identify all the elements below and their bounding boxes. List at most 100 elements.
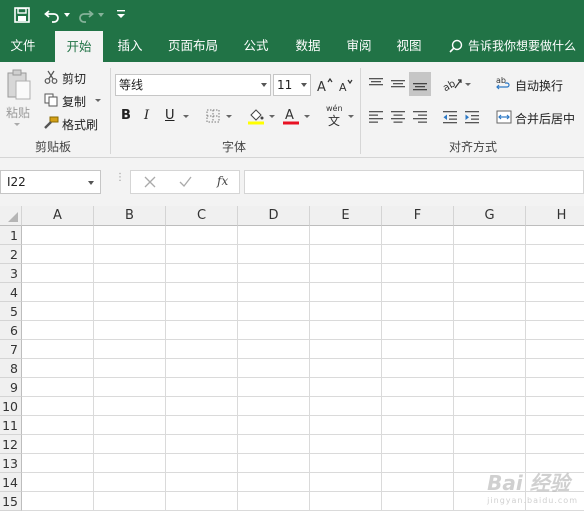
tab-formulas[interactable]: 公式: [233, 30, 279, 62]
formula-input[interactable]: [244, 170, 584, 194]
enter-check-icon[interactable]: [179, 176, 192, 191]
row-header[interactable]: 7: [0, 340, 22, 359]
row-header[interactable]: 10: [0, 397, 22, 416]
tab-data[interactable]: 数据: [285, 30, 331, 62]
fill-color-dropdown-icon[interactable]: [269, 115, 275, 118]
paste-icon[interactable]: [4, 68, 34, 102]
underline-dropdown-icon[interactable]: [183, 115, 189, 118]
row-header[interactable]: 3: [0, 264, 22, 283]
column-header[interactable]: E: [310, 206, 382, 226]
row-header[interactable]: 12: [0, 435, 22, 454]
font-color-dropdown-icon[interactable]: [304, 115, 310, 118]
select-all-corner[interactable]: [0, 206, 22, 226]
tab-home[interactable]: 开始: [55, 31, 103, 62]
lightbulb-search-icon[interactable]: [449, 39, 463, 56]
font-name-select[interactable]: 等线: [115, 74, 271, 96]
wrap-text-button[interactable]: 自动换行: [515, 77, 563, 94]
align-left-icon[interactable]: [366, 107, 386, 127]
align-middle-icon[interactable]: [388, 74, 408, 94]
fill-color-icon[interactable]: [246, 106, 266, 126]
name-box[interactable]: I22: [0, 170, 101, 194]
tab-review[interactable]: 审阅: [336, 30, 382, 62]
chevron-down-icon[interactable]: [88, 181, 94, 185]
tab-insert[interactable]: 插入: [108, 30, 152, 62]
decrease-font-icon[interactable]: A: [337, 74, 355, 96]
font-name-value: 等线: [119, 78, 144, 92]
drag-handle-icon[interactable]: ⋮: [115, 173, 125, 183]
tab-page-layout[interactable]: 页面布局: [162, 30, 224, 62]
customize-toolbar-icon[interactable]: [117, 8, 125, 23]
row-header[interactable]: 13: [0, 454, 22, 473]
row-header[interactable]: 5: [0, 302, 22, 321]
redo-dropdown-icon[interactable]: [98, 13, 104, 17]
undo-dropdown-icon[interactable]: [64, 13, 70, 17]
increase-font-icon[interactable]: A: [316, 74, 334, 96]
copy-button[interactable]: 复制: [62, 93, 86, 110]
ribbon-tabs: 文件 开始 插入 页面布局 公式 数据 审阅 视图 告诉我你想要做什么: [0, 30, 584, 62]
paste-dropdown-icon[interactable]: [14, 123, 20, 126]
row-header[interactable]: 14: [0, 473, 22, 492]
column-header[interactable]: D: [238, 206, 310, 226]
italic-button[interactable]: I: [144, 108, 149, 123]
excel-window: 文件 开始 插入 页面布局 公式 数据 审阅 视图 告诉我你想要做什么 粘贴 剪…: [0, 0, 584, 511]
tab-view[interactable]: 视图: [386, 30, 432, 62]
spreadsheet-grid[interactable]: ABCDEFGH 1 2 3 4 5 6 7 8 9 10 11 12 13 14 15 Bai 经验 ji…: [0, 206, 584, 511]
undo-icon[interactable]: [44, 7, 60, 26]
copy-dropdown-icon[interactable]: [95, 99, 101, 102]
merge-center-button[interactable]: 合并后居中: [515, 110, 575, 127]
wrap-text-icon: ab: [496, 74, 512, 92]
redo-icon[interactable]: [78, 7, 94, 26]
row-header[interactable]: 2: [0, 245, 22, 264]
tell-me-box[interactable]: 告诉我你想要做什么: [468, 30, 580, 62]
orientation-icon[interactable]: ab: [442, 74, 464, 94]
borders-icon[interactable]: [204, 107, 222, 125]
row-gridline: [22, 396, 584, 397]
row-header[interactable]: 15: [0, 492, 22, 511]
name-box-value: I22: [7, 175, 26, 189]
row-header[interactable]: 4: [0, 283, 22, 302]
phonetic-guide-button[interactable]: wén 文: [324, 104, 346, 128]
group-divider: [360, 68, 361, 154]
insert-function-icon[interactable]: fx: [217, 174, 228, 188]
format-painter-button[interactable]: 格式刷: [62, 116, 98, 133]
column-header[interactable]: H: [526, 206, 584, 226]
cut-button[interactable]: 剪切: [62, 70, 86, 87]
align-top-icon[interactable]: [366, 74, 386, 94]
phonetic-dropdown-icon[interactable]: [348, 115, 354, 118]
format-painter-icon: [43, 115, 59, 131]
align-right-icon[interactable]: [410, 107, 430, 127]
column-header[interactable]: A: [22, 206, 94, 226]
row-header[interactable]: 11: [0, 416, 22, 435]
merge-center-icon: [496, 108, 512, 126]
decrease-indent-icon[interactable]: [440, 107, 460, 127]
column-header[interactable]: G: [454, 206, 526, 226]
save-icon[interactable]: [14, 7, 30, 26]
row-header[interactable]: 6: [0, 321, 22, 340]
group-divider: [110, 68, 111, 154]
watermark-subtext: jingyan.baidu.com: [487, 496, 578, 505]
row-gridline: [22, 282, 584, 283]
cancel-icon[interactable]: [144, 176, 156, 191]
font-color-icon[interactable]: A: [281, 106, 301, 126]
clipboard-group-label: 剪贴板: [34, 140, 71, 154]
column-header[interactable]: B: [94, 206, 166, 226]
underline-button[interactable]: U: [165, 108, 175, 123]
column-header[interactable]: C: [166, 206, 238, 226]
row-gridline: [22, 358, 584, 359]
row-header[interactable]: 1: [0, 226, 22, 245]
row-header[interactable]: 8: [0, 359, 22, 378]
svg-text:A: A: [317, 80, 326, 93]
bold-button[interactable]: B: [121, 108, 131, 123]
scissors-icon: [43, 69, 59, 85]
font-size-select[interactable]: 11: [273, 74, 311, 96]
orientation-dropdown-icon[interactable]: [465, 83, 471, 86]
paste-button[interactable]: 粘贴: [6, 104, 30, 121]
row-header[interactable]: 9: [0, 378, 22, 397]
borders-dropdown-icon[interactable]: [226, 115, 232, 118]
align-bottom-icon[interactable]: [409, 72, 431, 96]
tab-file[interactable]: 文件: [0, 30, 46, 62]
increase-indent-icon[interactable]: [462, 107, 482, 127]
column-header[interactable]: F: [382, 206, 454, 226]
row-gridline: [22, 244, 584, 245]
align-center-icon[interactable]: [388, 107, 408, 127]
